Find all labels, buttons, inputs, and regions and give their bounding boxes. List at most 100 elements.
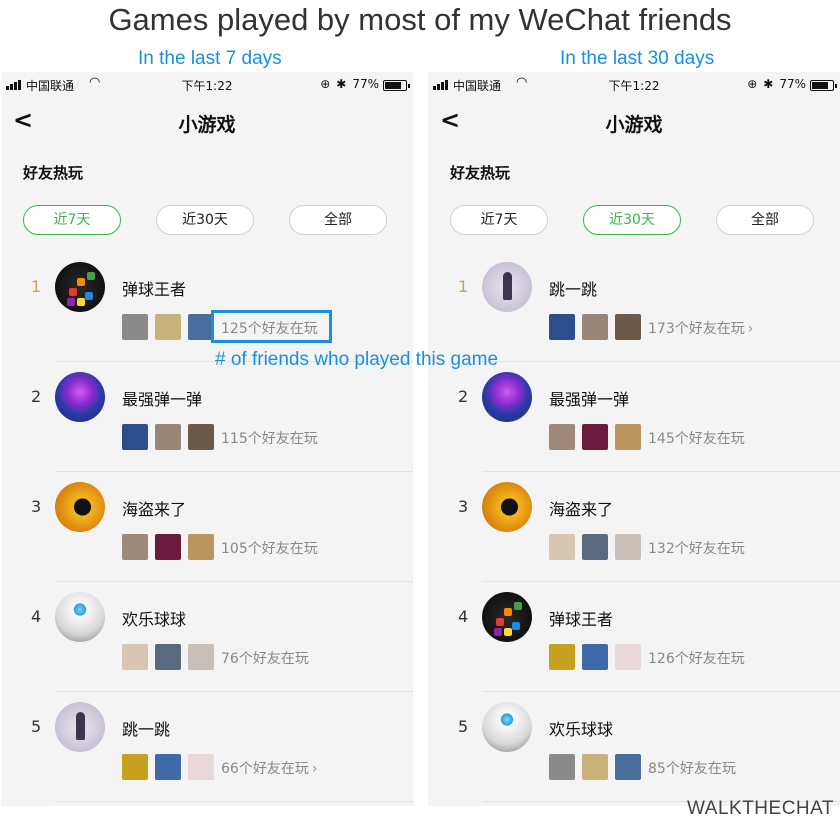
friend-avatars bbox=[122, 534, 214, 560]
status-bar: 中国联通 ◠ 下午1:22 ⊕ ✱ 77% bbox=[1, 72, 413, 98]
time-range-tabs: 近7天 近30天 全部 bbox=[23, 205, 388, 235]
section-title: 好友热玩 bbox=[450, 164, 511, 182]
game-row[interactable]: 3 海盗来了 105个好友在玩 bbox=[1, 472, 413, 582]
avatar bbox=[615, 644, 641, 670]
avatar bbox=[155, 314, 181, 340]
rank-number: 2 bbox=[458, 387, 469, 406]
battery-icon bbox=[810, 80, 837, 91]
bluetooth-icon: ✱ bbox=[336, 77, 347, 91]
row-divider bbox=[55, 801, 413, 802]
game-row[interactable]: 4 欢乐球球 76个好友在玩 bbox=[1, 582, 413, 692]
avatar bbox=[549, 424, 575, 450]
game-row[interactable]: 2 最强弹一弹 115个好友在玩 bbox=[1, 362, 413, 472]
nav-title: 小游戏 bbox=[178, 114, 236, 136]
rank-number: 4 bbox=[458, 607, 469, 626]
game-row[interactable]: 1 跳一跳 173个好友在玩 › bbox=[428, 252, 840, 362]
friend-count: 115个好友在玩 bbox=[221, 428, 318, 448]
game-row[interactable]: 3 海盗来了 132个好友在玩 bbox=[428, 472, 840, 582]
friend-count: 145个好友在玩 bbox=[648, 428, 745, 448]
tab-30-days[interactable]: 近30天 bbox=[583, 205, 681, 235]
game-icon-block bbox=[85, 292, 93, 300]
game-name: 海盗来了 bbox=[122, 500, 187, 519]
status-bar: 中国联通 ◠ 下午1:22 ⊕ ✱ 77% bbox=[428, 72, 840, 98]
avatar bbox=[582, 644, 608, 670]
friend-avatars bbox=[549, 424, 641, 450]
avatar bbox=[549, 534, 575, 560]
time-range-tabs: 近7天 近30天 全部 bbox=[450, 205, 815, 235]
battery-icon bbox=[383, 80, 410, 91]
avatar bbox=[549, 644, 575, 670]
friend-avatars bbox=[122, 424, 214, 450]
friend-count-label: 105个好友在玩 bbox=[221, 541, 318, 557]
game-icon bbox=[55, 482, 105, 532]
phone-screen-7-days: 中国联通 ◠ 下午1:22 ⊕ ✱ 77% < 小游戏 好友热玩 近7天 近30… bbox=[1, 72, 413, 806]
friend-count-label: 66个好友在玩 bbox=[221, 761, 309, 777]
rank-number: 3 bbox=[31, 497, 42, 516]
game-icon-block bbox=[69, 288, 77, 296]
rotation-lock-icon: ⊕ bbox=[320, 77, 331, 91]
rank-number: 4 bbox=[31, 607, 42, 626]
tab-all[interactable]: 全部 bbox=[289, 205, 387, 235]
game-row[interactable]: 2 最强弹一弹 145个好友在玩 bbox=[428, 362, 840, 472]
game-icon bbox=[55, 262, 105, 312]
avatar bbox=[549, 314, 575, 340]
right-caption: In the last 30 days bbox=[560, 48, 715, 69]
avatar bbox=[582, 534, 608, 560]
game-row[interactable]: 5 跳一跳 66个好友在玩 › bbox=[1, 692, 413, 802]
avatar bbox=[582, 314, 608, 340]
friend-count-highlight bbox=[211, 310, 332, 343]
game-icon-block bbox=[67, 298, 75, 306]
friend-count: 76个好友在玩 bbox=[221, 648, 309, 668]
game-row[interactable]: 4 弹球王者 126个好友在玩 bbox=[428, 582, 840, 692]
avatar bbox=[155, 534, 181, 560]
tab-30-days[interactable]: 近30天 bbox=[156, 205, 254, 235]
nav-bar: < 小游戏 bbox=[1, 98, 413, 142]
game-name: 弹球王者 bbox=[549, 610, 614, 629]
avatar bbox=[615, 534, 641, 560]
game-name: 欢乐球球 bbox=[549, 720, 614, 739]
friend-count-label: 85个好友在玩 bbox=[648, 761, 736, 777]
rank-number: 5 bbox=[458, 717, 469, 736]
game-row[interactable]: 1 弹球王者 125个好友在玩 bbox=[1, 252, 413, 362]
game-icon bbox=[55, 702, 105, 752]
game-icon bbox=[482, 592, 532, 642]
avatar bbox=[122, 754, 148, 780]
friend-count: 126个好友在玩 bbox=[648, 648, 745, 668]
nav-bar: < 小游戏 bbox=[428, 98, 840, 142]
game-icon-block bbox=[87, 272, 95, 280]
game-icon bbox=[55, 372, 105, 422]
rank-number: 1 bbox=[458, 277, 469, 296]
avatar bbox=[188, 534, 214, 560]
tab-7-days[interactable]: 近7天 bbox=[450, 205, 548, 235]
game-icon-block bbox=[77, 278, 85, 286]
avatar bbox=[582, 754, 608, 780]
game-icon-block bbox=[514, 602, 522, 610]
friend-avatars bbox=[122, 644, 214, 670]
avatar bbox=[582, 424, 608, 450]
watermark: WALKTHECHAT bbox=[687, 798, 834, 819]
friend-count-label: 173个好友在玩 bbox=[648, 321, 745, 337]
avatar bbox=[122, 314, 148, 340]
game-icon bbox=[482, 702, 532, 752]
game-icon-block bbox=[504, 628, 512, 636]
battery-percent: 77% bbox=[779, 77, 806, 91]
section-title: 好友热玩 bbox=[23, 164, 84, 182]
game-row[interactable]: 5 欢乐球球 85个好友在玩 bbox=[428, 692, 840, 802]
friend-count-label: 145个好友在玩 bbox=[648, 431, 745, 447]
game-icon-block bbox=[494, 628, 502, 636]
friend-count-label: 126个好友在玩 bbox=[648, 651, 745, 667]
page-title: Games played by most of my WeChat friend… bbox=[108, 2, 732, 37]
tab-7-days[interactable]: 近7天 bbox=[23, 205, 121, 235]
battery-percent: 77% bbox=[352, 77, 379, 91]
friend-count: 85个好友在玩 bbox=[648, 758, 736, 778]
game-icon-block bbox=[504, 608, 512, 616]
friend-count: 173个好友在玩 › bbox=[648, 318, 753, 338]
avatar bbox=[155, 644, 181, 670]
bluetooth-icon: ✱ bbox=[763, 77, 774, 91]
avatar bbox=[549, 754, 575, 780]
chevron-right-icon: › bbox=[311, 761, 318, 777]
avatar bbox=[122, 424, 148, 450]
game-icon-block bbox=[77, 298, 85, 306]
game-icon bbox=[55, 592, 105, 642]
tab-all[interactable]: 全部 bbox=[716, 205, 814, 235]
